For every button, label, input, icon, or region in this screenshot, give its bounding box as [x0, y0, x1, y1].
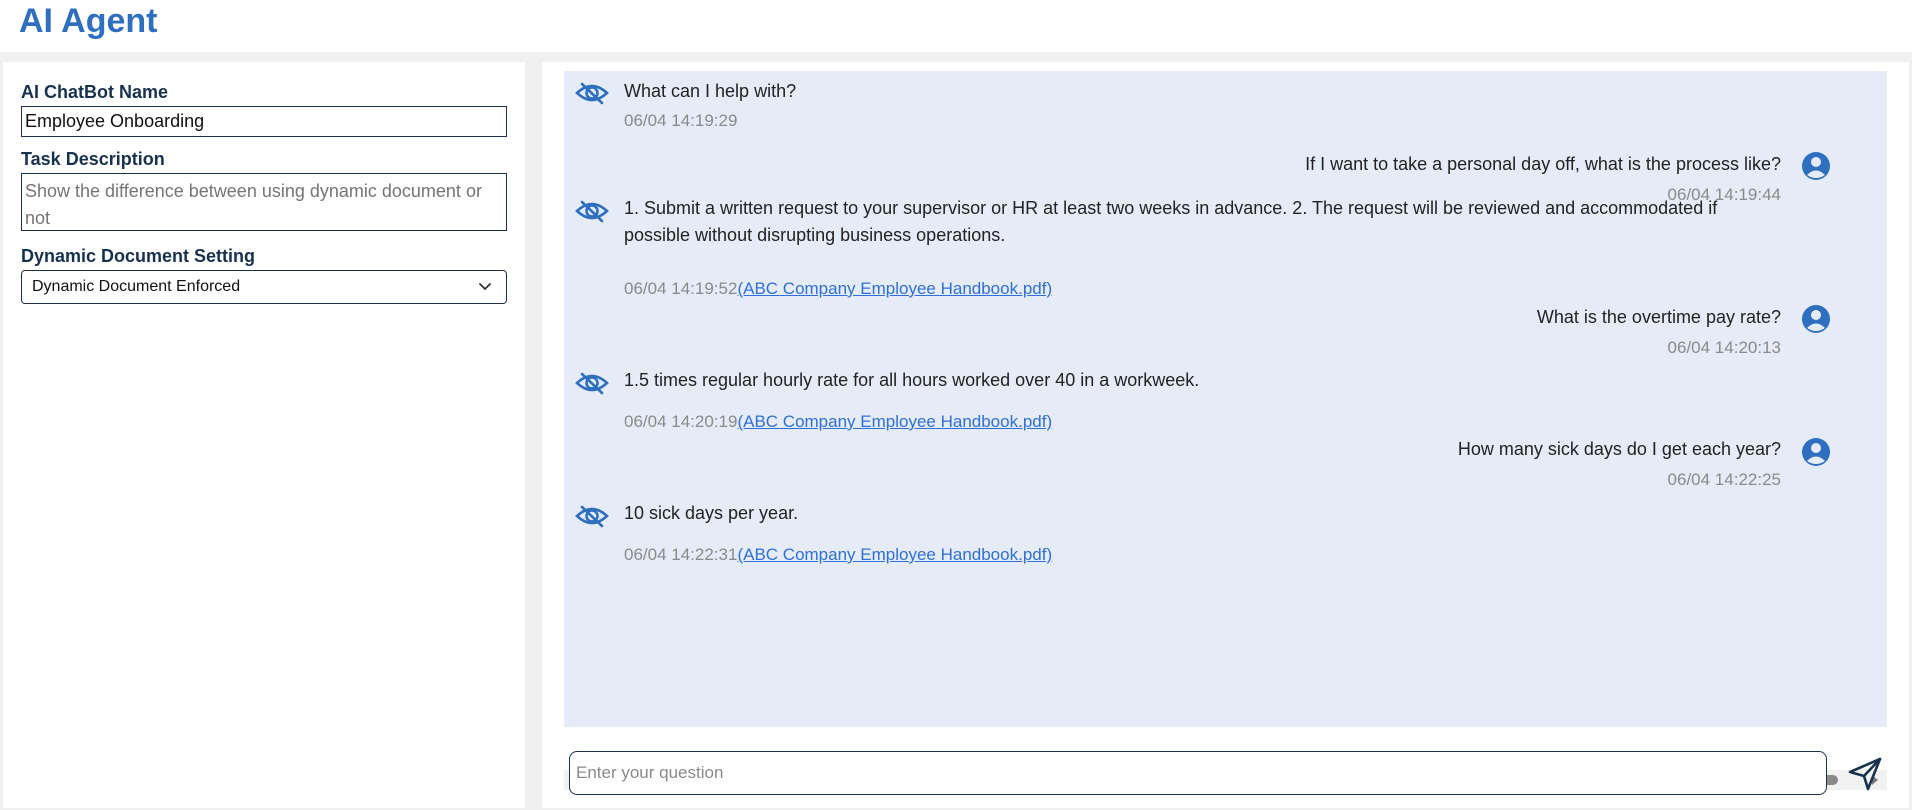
message-timestamp: 06/04 14:19:29	[624, 111, 738, 130]
user-avatar-icon	[1802, 438, 1830, 466]
send-icon	[1848, 757, 1882, 790]
task-description-label: Task Description	[21, 149, 165, 169]
chatbot-name-label: AI ChatBot Name	[21, 82, 169, 102]
user-message-text: If I want to take a personal day off, wh…	[1305, 154, 1781, 174]
bot-message-text: 10 sick days per year.	[624, 503, 799, 523]
bot-message-text: 1.5 times regular hourly rate for all ho…	[624, 370, 1200, 390]
message-timestamp: 06/04 14:20:13	[1667, 338, 1781, 357]
settings-panel: AI ChatBot Name Task Description Dynamic…	[3, 62, 525, 808]
chat-panel: What can I help with? 06/04 14:19:29 If …	[542, 62, 1909, 808]
send-button[interactable]	[1842, 752, 1888, 798]
message-timestamp: 06/04 14:22:31(ABC Company Employee Hand…	[624, 545, 1053, 564]
chat-messages[interactable]: What can I help with? 06/04 14:19:29 If …	[564, 71, 1887, 727]
source-document-link[interactable]: (ABC Company Employee Handbook.pdf)	[737, 279, 1052, 298]
message-timestamp: 06/04 14:19:52(ABC Company Employee Hand…	[624, 279, 1053, 298]
source-document-link[interactable]: (ABC Company Employee Handbook.pdf)	[737, 545, 1052, 564]
message-timestamp: 06/04 14:20:19(ABC Company Employee Hand…	[624, 412, 1053, 431]
eye-icon	[575, 82, 609, 105]
task-description-input[interactable]	[21, 173, 507, 231]
bot-message-text: What can I help with?	[624, 81, 797, 101]
dynamic-document-selected: Dynamic Document Enforced	[32, 278, 241, 295]
header: AI Agent	[0, 0, 1912, 52]
question-input[interactable]	[569, 751, 1827, 795]
user-avatar-icon	[1802, 152, 1830, 180]
chevron-down-icon	[479, 283, 491, 290]
eye-icon	[575, 200, 609, 223]
app-title: AI Agent	[19, 2, 158, 40]
dynamic-document-label: Dynamic Document Setting	[21, 246, 256, 266]
source-document-link[interactable]: (ABC Company Employee Handbook.pdf)	[737, 412, 1052, 431]
bot-message-text: 1. Submit a written request to your supe…	[624, 198, 1718, 245]
eye-icon	[575, 372, 609, 395]
user-message-text: What is the overtime pay rate?	[1536, 307, 1781, 327]
user-avatar-icon	[1802, 305, 1830, 333]
user-message-text: How many sick days do I get each year?	[1457, 439, 1781, 459]
chatbot-name-input[interactable]	[21, 106, 507, 137]
dynamic-document-select[interactable]: Dynamic Document Enforced	[21, 270, 507, 304]
eye-icon	[575, 505, 609, 528]
message-timestamp: 06/04 14:22:25	[1667, 470, 1781, 489]
